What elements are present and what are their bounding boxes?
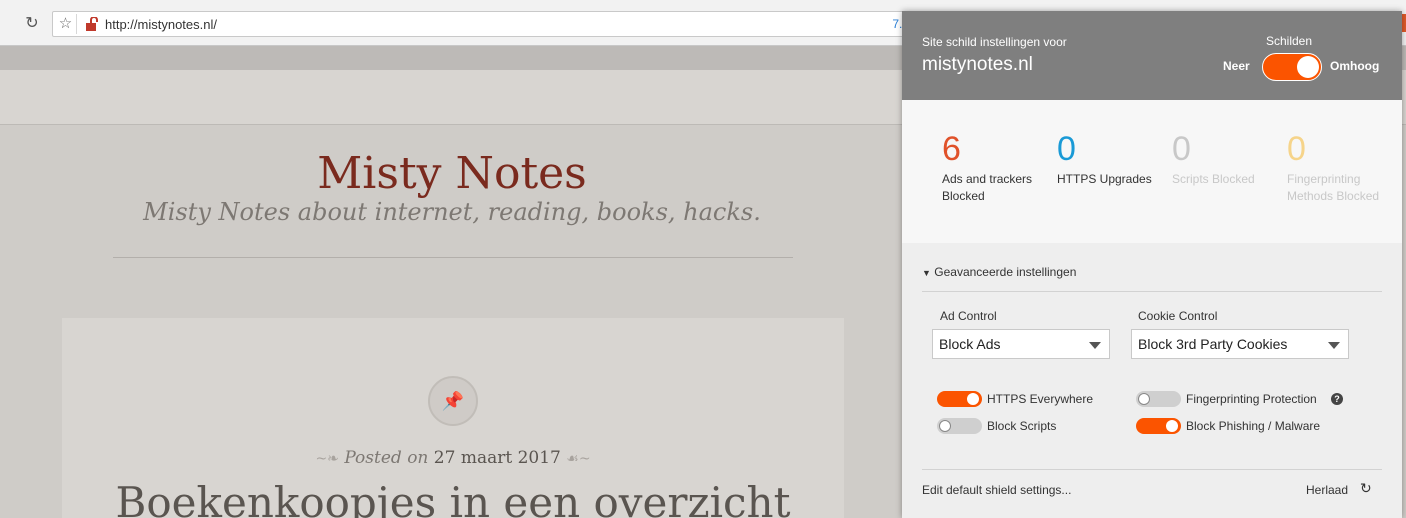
shields-down-label: Neer (1223, 59, 1250, 73)
address-bar[interactable]: ☆ http://mistynotes.nl/ 7.0 (52, 11, 912, 37)
reload-icon[interactable]: ↻ (1360, 480, 1372, 497)
url-text[interactable]: http://mistynotes.nl/ (105, 17, 217, 32)
stat-label: HTTPS Upgrades (1057, 172, 1152, 186)
reload-link[interactable]: Herlaad (1306, 483, 1348, 497)
shields-header-subtitle: Site schild instellingen voor (922, 35, 1067, 49)
cookie-control-select[interactable]: Block 3rd Party Cookies (1131, 329, 1349, 359)
shields-stats: 6 Ads and trackers Blocked 0 HTTPS Upgra… (902, 100, 1402, 243)
post-card: 📌 ~❧ Posted on 27 maart 2017 ☙~ Boekenko… (62, 318, 844, 518)
block-scripts-toggle[interactable] (937, 418, 982, 434)
advanced-settings: ▼ Geavanceerde instellingen Ad Control B… (902, 243, 1402, 518)
advanced-settings-toggle[interactable]: ▼ Geavanceerde instellingen (922, 265, 1076, 279)
dropdown-arrow-icon (1089, 342, 1101, 349)
https-everywhere-label: HTTPS Everywhere (987, 392, 1094, 406)
block-scripts-label: Block Scripts (987, 419, 1057, 433)
edit-default-settings-link[interactable]: Edit default shield settings... (922, 483, 1071, 497)
post-meta: ~❧ Posted on 27 maart 2017 ☙~ (62, 448, 844, 468)
toggle-knob (1297, 56, 1319, 78)
sticky-pin-badge: 📌 (428, 376, 478, 426)
shields-panel: Site schild instellingen voor mistynotes… (902, 11, 1402, 518)
ad-control-label: Ad Control (940, 309, 997, 323)
stat-value: 0 (1172, 130, 1191, 168)
post-title[interactable]: Boekenkoopjes in een overzicht (62, 478, 844, 518)
dropdown-arrow-icon (1328, 342, 1340, 349)
stat-value: 0 (1287, 130, 1306, 168)
pin-icon: 📌 (441, 391, 465, 411)
block-phishing-label: Block Phishing / Malware (1186, 419, 1321, 433)
stat-ads-trackers: 6 Ads and trackers Blocked (942, 129, 1042, 205)
stat-scripts-blocked: 0 Scripts Blocked (1172, 129, 1272, 188)
stat-label: Fingerprinting Methods Blocked (1287, 172, 1380, 203)
divider (113, 257, 793, 258)
site-tagline: Misty Notes about internet, reading, boo… (143, 198, 761, 226)
option-fingerprinting[interactable]: Fingerprinting Protection ? (1136, 390, 1351, 408)
site-title[interactable]: Misty Notes (0, 148, 904, 199)
stat-value: 6 (942, 130, 961, 168)
cookie-control-label: Cookie Control (1138, 309, 1218, 323)
toggle-knob (1138, 393, 1150, 405)
option-block-scripts[interactable]: Block Scripts (937, 417, 1117, 435)
ornament-right-icon: ☙~ (566, 451, 591, 467)
posted-prefix: Posted on (344, 448, 429, 468)
shields-label: Schilden (1266, 34, 1313, 48)
fingerprinting-label: Fingerprinting Protection (1186, 392, 1317, 406)
https-everywhere-toggle[interactable] (937, 391, 982, 407)
stat-fingerprinting: 0 Fingerprinting Methods Blocked (1287, 129, 1387, 205)
shields-master-toggle[interactable] (1262, 53, 1322, 81)
toggle-knob (967, 393, 979, 405)
toggle-knob (1166, 420, 1178, 432)
shields-up-label: Omhoog (1330, 59, 1380, 73)
fingerprinting-toggle[interactable] (1136, 391, 1181, 407)
stat-https-upgrades: 0 HTTPS Upgrades (1057, 129, 1157, 188)
stat-label: Ads and trackers Blocked (942, 172, 1033, 203)
toggle-knob (939, 420, 951, 432)
option-https-everywhere[interactable]: HTTPS Everywhere (937, 390, 1117, 408)
post-date[interactable]: 27 maart 2017 (434, 448, 561, 468)
stat-label: Scripts Blocked (1172, 172, 1255, 186)
shields-header: Site schild instellingen voor mistynotes… (902, 11, 1402, 100)
option-block-phishing[interactable]: Block Phishing / Malware (1136, 417, 1351, 435)
shields-site-name: mistynotes.nl (922, 54, 1033, 75)
bookmark-star-icon[interactable]: ☆ (55, 14, 77, 34)
divider (922, 291, 1382, 292)
ad-control-value: Block Ads (939, 336, 1001, 352)
reload-icon[interactable]: ↻ (22, 14, 42, 34)
stat-value: 0 (1057, 130, 1076, 168)
divider (922, 469, 1382, 470)
unlocked-padlock-icon (86, 17, 98, 31)
ornament-left-icon: ~❧ (315, 451, 339, 467)
block-phishing-toggle[interactable] (1136, 418, 1181, 434)
ad-control-select[interactable]: Block Ads (932, 329, 1110, 359)
advanced-settings-label: Geavanceerde instellingen (934, 265, 1077, 279)
cookie-control-value: Block 3rd Party Cookies (1138, 336, 1288, 352)
caret-down-icon: ▼ (922, 268, 931, 278)
help-icon[interactable]: ? (1331, 393, 1343, 405)
